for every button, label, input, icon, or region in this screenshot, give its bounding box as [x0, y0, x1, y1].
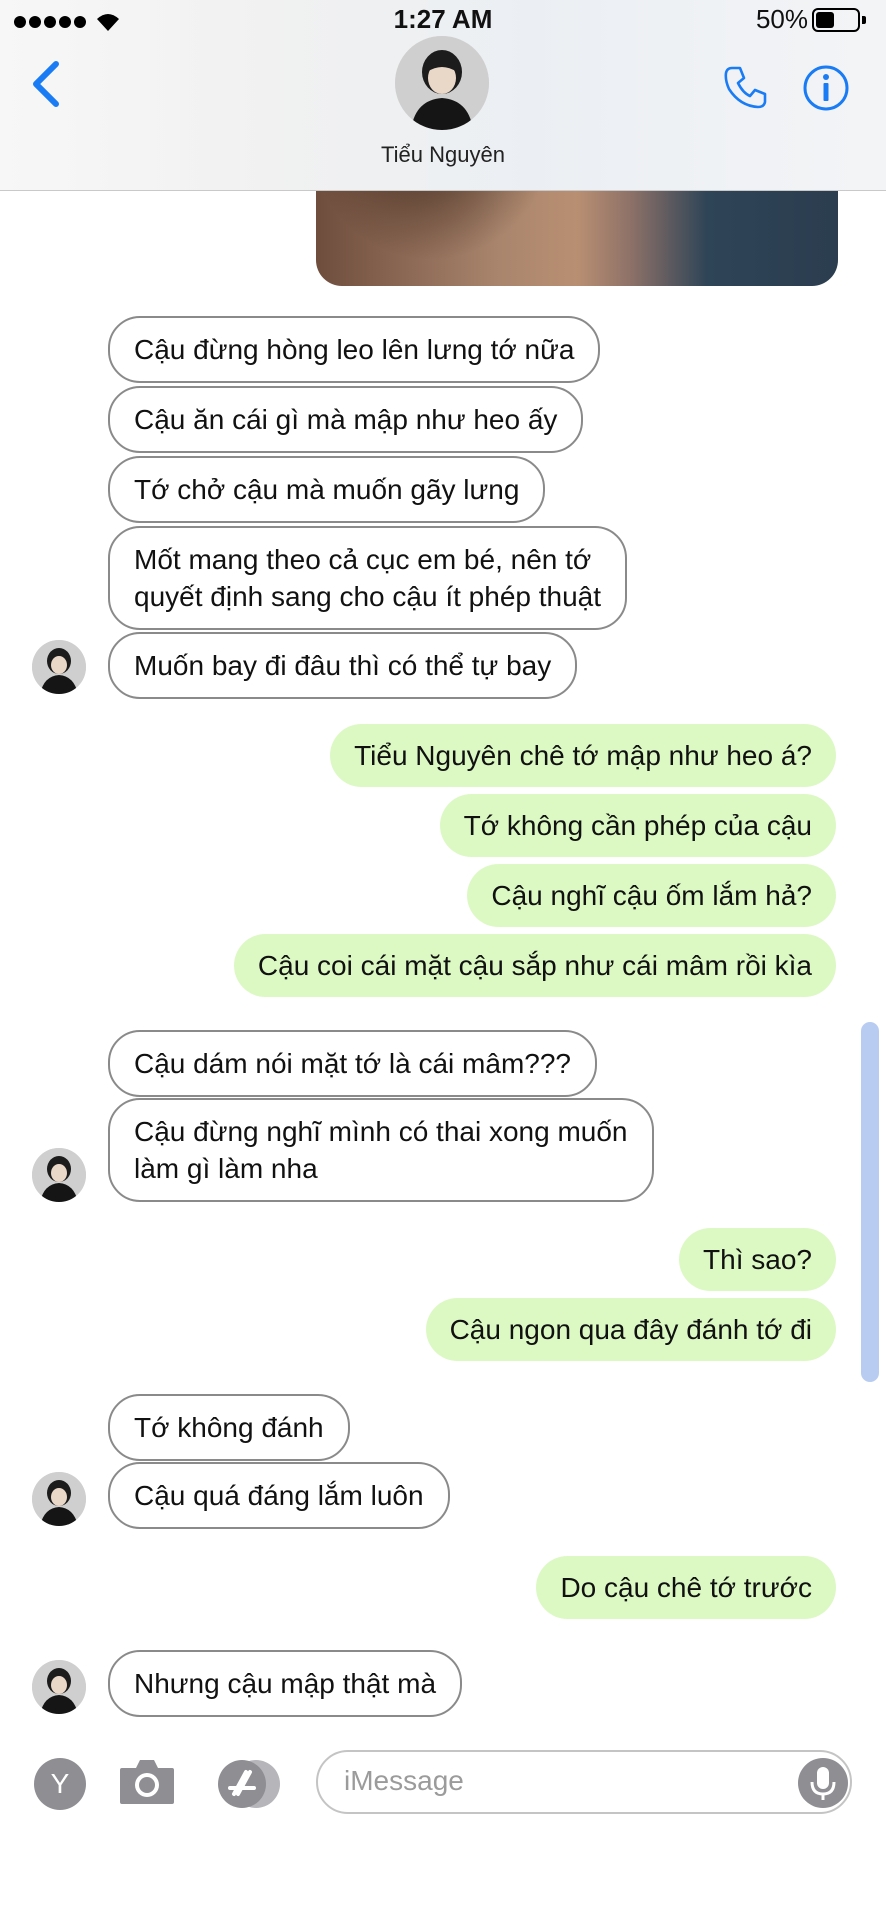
sender-avatar: [32, 1472, 86, 1526]
phone-icon: [724, 66, 767, 109]
message-incoming[interactable]: Muốn bay đi đâu thì có thể tự bay: [108, 632, 578, 699]
message-incoming[interactable]: Cậu ăn cái gì mà mập như heo ấy: [108, 386, 584, 453]
app-store-icon: [218, 1760, 280, 1808]
sender-avatar: [32, 1148, 86, 1202]
message-outgoing[interactable]: Cậu coi cái mặt cậu sắp như cái mâm rồi …: [233, 934, 836, 997]
microphone-button[interactable]: [798, 1758, 848, 1808]
message-outgoing[interactable]: Tiểu Nguyên chê tớ mập như heo á?: [330, 724, 836, 787]
sender-avatar: [32, 1660, 86, 1714]
info-icon: [803, 65, 849, 111]
message-line: Mốt mang theo cả cục em bé, nên tớ: [134, 544, 592, 575]
message-line: làm gì làm nha: [134, 1153, 318, 1184]
message-line: quyết định sang cho cậu ít phép thuật: [134, 581, 602, 612]
message-outgoing[interactable]: Cậu nghĩ cậu ốm lắm hả?: [467, 864, 836, 927]
status-time: 1:27 AM: [393, 4, 493, 34]
camera-button[interactable]: [118, 1756, 176, 1806]
message-outgoing[interactable]: Tớ không cần phép của cậu: [439, 794, 836, 857]
info-button[interactable]: [802, 64, 850, 112]
scrollbar[interactable]: [861, 1022, 879, 1382]
message-outgoing[interactable]: Thì sao?: [679, 1228, 836, 1291]
chevron-left-icon: [33, 61, 59, 107]
message-incoming[interactable]: Mốt mang theo cả cục em bé, nên tớ quyết…: [108, 526, 628, 630]
message-outgoing[interactable]: Do cậu chê tớ trước: [536, 1556, 836, 1619]
contact-name[interactable]: Tiểu Nguyên: [0, 142, 886, 168]
message-incoming[interactable]: Tớ không đánh: [108, 1394, 350, 1461]
message-outgoing[interactable]: Cậu ngon qua đây đánh tớ đi: [425, 1298, 836, 1361]
sender-avatar: [32, 640, 86, 694]
call-button[interactable]: [720, 62, 770, 112]
battery-icon: [812, 8, 866, 32]
imessage-placeholder: iMessage: [344, 1765, 464, 1796]
status-bar: 1:27 AM 50%: [0, 0, 886, 38]
y-app-button[interactable]: Y: [34, 1758, 86, 1810]
message-incoming[interactable]: Nhưng cậu mập thật mà: [108, 1650, 463, 1717]
message-incoming[interactable]: Cậu dám nói mặt tớ là cái mâm???: [108, 1030, 597, 1097]
message-line: Cậu đừng nghĩ mình có thai xong muốn: [134, 1116, 628, 1147]
message-incoming[interactable]: Cậu quá đáng lắm luôn: [108, 1462, 450, 1529]
camera-icon: [120, 1760, 174, 1804]
imessage-input[interactable]: iMessage: [316, 1750, 852, 1814]
contact-avatar[interactable]: [395, 36, 489, 130]
app-store-button[interactable]: [214, 1758, 284, 1810]
microphone-icon: [810, 1767, 836, 1800]
battery-percent: 50%: [755, 4, 808, 34]
message-incoming[interactable]: Cậu đừng hòng leo lên lưng tớ nữa: [108, 316, 601, 383]
message-incoming[interactable]: Cậu đừng nghĩ mình có thai xong muốn làm…: [108, 1098, 654, 1202]
message-incoming[interactable]: Tớ chở cậu mà muốn gãy lưng: [108, 456, 546, 523]
back-button[interactable]: [26, 58, 66, 110]
